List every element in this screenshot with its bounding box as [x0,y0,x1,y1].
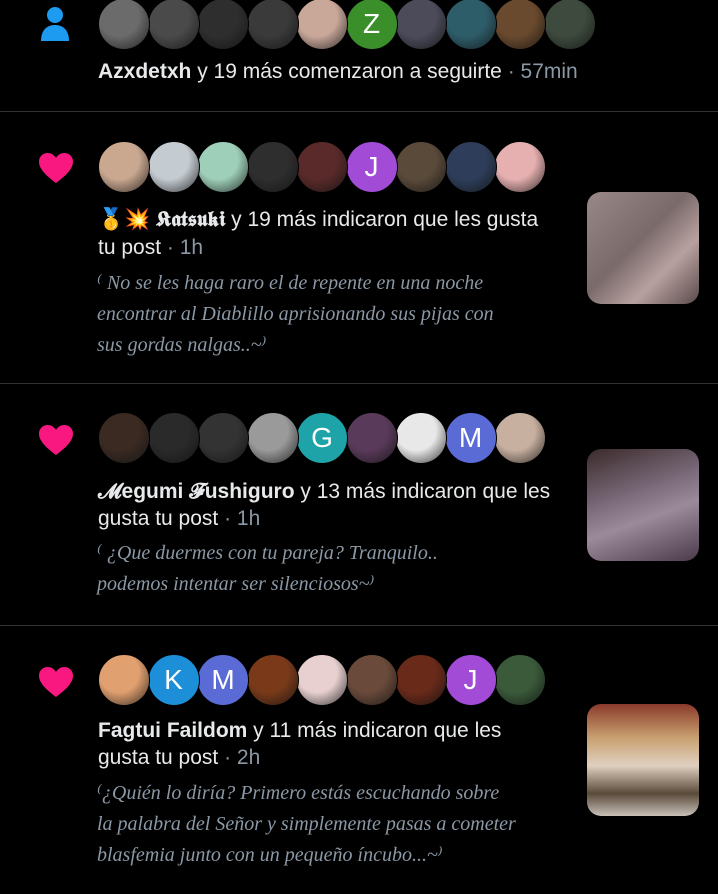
avatar[interactable] [246,141,299,193]
avatar-letter: G [311,422,333,453]
action-text: y 13 más indicaron que les [294,480,551,503]
avatar[interactable]: K [147,654,200,706]
notification-like[interactable]: KM J Fagtui Faildom y 11 más indicaron qu… [0,626,718,894]
avatar[interactable]: M [197,654,249,706]
avatar[interactable] [345,412,398,464]
post-preview[interactable]: ⁽ ¿Que duermes con tu pareja? Tranquilo.… [97,538,438,600]
notification-text-cont: gusta tu post · 1h [98,505,260,533]
avatar[interactable]: G [296,412,348,464]
avatar[interactable] [98,654,150,706]
heart-icon [39,153,73,183]
action-text: y 19 más indicaron que les gusta [225,208,539,231]
avatar[interactable] [494,654,546,706]
action-text: tu post [98,236,162,259]
person-icon [41,7,69,41]
avatar-letter: K [164,664,183,695]
avatar[interactable] [296,0,348,50]
avatar[interactable] [444,0,497,50]
avatar[interactable] [246,654,299,706]
notification-like[interactable]: G M 𝓜egumi 𝓕ushiguro y 13 más indicaron q… [0,384,718,626]
avatar[interactable]: J [345,141,398,193]
notification-follow[interactable]: Z Azxdetxh y 19 más comenzaron a seguirt… [0,0,718,112]
avatar[interactable] [197,0,249,50]
avatar[interactable] [197,141,249,193]
post-preview-line: podemos intentar ser silenciosos~⁾ [97,573,375,595]
user-name[interactable]: Azxdetxh [98,60,191,83]
avatar[interactable] [147,141,200,193]
avatar[interactable] [246,0,299,50]
timestamp: · 2h [218,746,261,769]
avatar[interactable] [395,141,447,193]
avatar-letter: J [364,151,379,182]
avatar[interactable] [494,141,546,193]
heart-icon [39,667,73,697]
notification-like[interactable]: J 🥇💥 𝕶𝖆𝖙𝖘𝖚𝖐𝖎 y 19 más indicaron que les … [0,112,718,384]
post-preview-line: sus gordas nalgas..~⁾ [97,334,267,356]
post-preview[interactable]: ⁽¿Quién lo diría? Primero estás escuchan… [97,778,516,871]
avatar[interactable] [296,654,348,706]
user-name[interactable]: 𝓜egumi 𝓕ushiguro [98,480,295,503]
avatar[interactable]: Z [345,0,398,50]
avatar[interactable] [494,412,546,464]
action-text: gusta tu post [98,746,219,769]
avatar-letter: J [463,664,478,695]
action-text: y 19 más comenzaron a seguirte [191,60,502,83]
post-preview-line: encontrar al Diablillo aprisionando sus … [97,303,494,325]
timestamp: · 57min [501,60,578,83]
avatar[interactable] [543,0,596,50]
post-preview-line: ⁽ No se les haga raro el de repente en u… [97,272,484,294]
avatar[interactable] [246,412,299,464]
notification-text: 🥇💥 𝕶𝖆𝖙𝖘𝖚𝖐𝖎 y 19 más indicaron que les gu… [98,206,538,234]
notification-text: 𝓜egumi 𝓕ushiguro y 13 más indicaron que … [98,478,550,506]
post-preview-line: la palabra del Señor y simplemente pasas… [97,813,516,835]
avatar[interactable]: M [444,412,497,464]
avatar[interactable] [345,654,398,706]
avatar[interactable] [395,654,447,706]
avatar[interactable] [197,412,249,464]
post-preview-line: ⁽ ¿Que duermes con tu pareja? Tranquilo.… [97,542,438,564]
avatar[interactable] [395,0,447,50]
post-preview-line: blasfemia junto con un pequeño íncubo...… [97,844,443,866]
avatar-letter: Z [362,8,381,39]
action-text: y 11 más indicaron que les [247,719,502,742]
notification-text-cont: tu post · 1h [98,234,203,262]
avatar[interactable]: J [444,654,497,706]
post-thumbnail[interactable] [587,449,699,561]
notification-text: Azxdetxh y 19 más comenzaron a seguirte … [98,58,578,86]
post-thumbnail[interactable] [587,192,699,304]
post-preview[interactable]: ⁽ No se les haga raro el de repente en u… [97,268,494,361]
avatar[interactable] [98,141,150,193]
timestamp: · 1h [161,236,204,259]
avatar[interactable] [147,0,200,50]
avatar[interactable] [98,412,150,464]
post-thumbnail[interactable] [587,704,699,816]
avatar[interactable] [494,0,546,50]
avatar-letter: M [211,664,235,695]
avatar-letter: M [458,422,483,453]
avatar[interactable] [296,141,348,193]
avatar[interactable] [444,141,497,193]
user-name[interactable]: Fagtui Faildom [98,719,247,742]
timestamp: · 1h [218,507,261,530]
notification-text-cont: gusta tu post · 2h [98,744,260,772]
notification-text: Fagtui Faildom y 11 más indicaron que le… [98,717,501,745]
user-name[interactable]: 🥇💥 𝕶𝖆𝖙𝖘𝖚𝖐𝖎 [98,208,225,231]
avatar[interactable] [395,412,447,464]
heart-icon [39,425,73,455]
post-preview-line: ⁽¿Quién lo diría? Primero estás escuchan… [97,782,500,804]
avatar[interactable] [98,0,150,50]
action-text: gusta tu post [98,507,219,530]
avatar[interactable] [147,412,200,464]
